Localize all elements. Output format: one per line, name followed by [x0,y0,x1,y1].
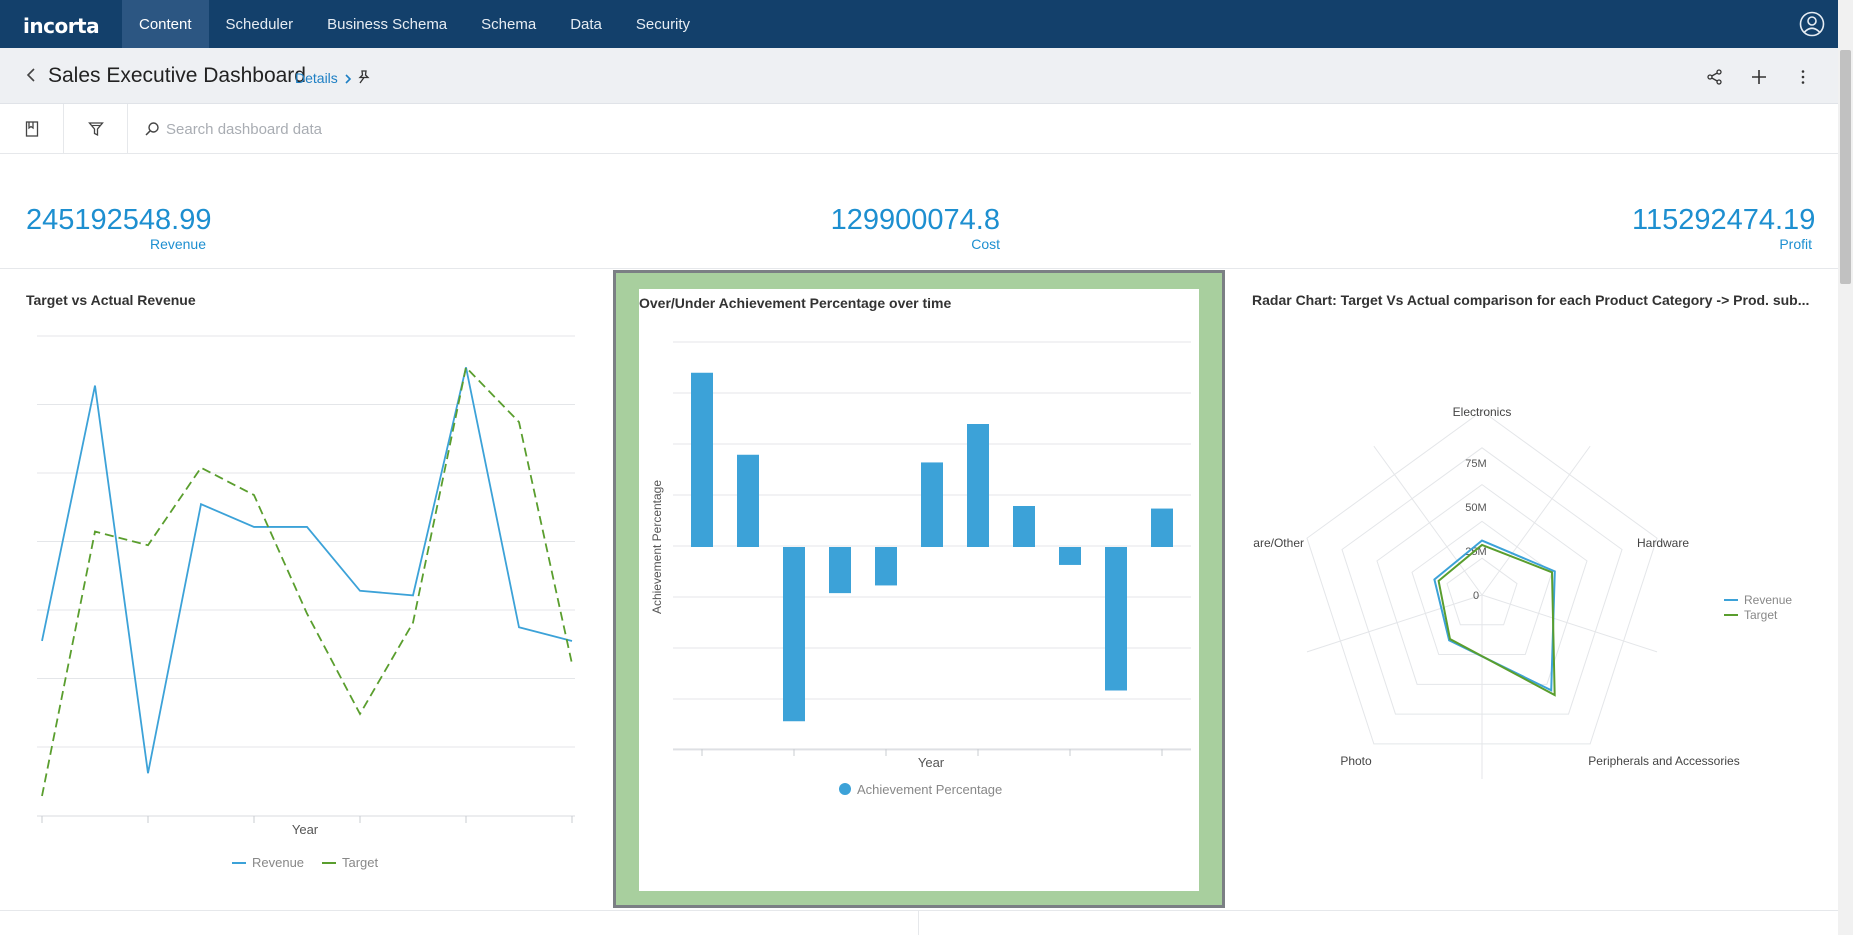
bar [829,547,851,594]
add-icon[interactable] [1750,68,1768,86]
radar-spoke [1481,445,1591,596]
panel-achievement: Over/Under Achievement Percentage over t… [639,289,1199,891]
x-axis-label: Year [292,822,319,837]
radar-axis-label: Peripherals and Accessories [1588,754,1739,768]
app-logo[interactable]: incorta [0,0,122,48]
kpi-cost[interactable]: 129900074.8 Cost [820,204,1000,252]
details-link[interactable]: Details [295,70,352,86]
bar [1151,508,1173,547]
nav-tab-business-schema[interactable]: Business Schema [310,0,464,48]
kpi-label: Profit [1779,236,1812,252]
radar-axis-label: Electronics [1453,405,1512,419]
user-circle-icon[interactable] [1799,11,1825,37]
dashboard-toolbar [0,104,1838,154]
legend-label: Revenue [252,855,304,870]
more-vertical-icon[interactable] [1794,68,1812,86]
details-label: Details [295,70,338,86]
kpi-revenue[interactable]: 245192548.99 Revenue [26,204,212,252]
panel-target-vs-actual[interactable]: Target vs Actual Revenue Year Revenue Targ… [0,270,612,908]
legend-label: Revenue [1744,593,1792,607]
radar-series-target [1437,543,1556,697]
kpi-label: Cost [971,236,1000,252]
panel-radar[interactable]: Radar Chart: Target Vs Actual comparison… [1226,270,1838,908]
bookmark-button[interactable] [0,104,64,154]
page-scrollbar[interactable] [1838,0,1853,935]
kpi-value: 129900074.8 [830,204,1000,236]
dashboard-header: Sales Executive Dashboard Details [0,48,1838,104]
top-nav-bar: incorta Content Scheduler Business Schema S… [0,0,1853,48]
kpi-row: 245192548.99 Revenue 129900074.8 Cost 11… [0,154,1838,269]
radial-tick-label: 0 [1473,590,1479,602]
legend-swatch [839,783,851,795]
bar [967,424,989,547]
bookmark-icon [25,121,38,137]
search-icon [145,122,159,136]
back-arrow-icon[interactable] [24,66,38,84]
radial-tick-label: 50M [1465,502,1486,514]
radar-axis-label: Hardware [1637,536,1689,550]
filter-button[interactable] [64,104,128,154]
kpi-value: 245192548.99 [26,204,212,236]
radar-spoke [1481,594,1658,653]
bar-chart: Year Achievement Percentage Achievement Pe… [650,341,1191,797]
search-bar [128,104,928,154]
nav-tabs: Content Scheduler Business Schema Schema Dat… [122,0,707,48]
radial-tick-label: 75M [1465,458,1486,470]
bar [875,547,897,586]
legend-label: Target [1744,608,1778,622]
bar [737,454,759,547]
bar [1013,506,1035,547]
radar-chart: 025M50M75MElectronicsHardwarePeripherals… [1253,405,1792,779]
nav-tab-data[interactable]: Data [553,0,619,48]
search-input[interactable] [166,118,766,140]
filter-icon [87,122,104,137]
nav-tab-schema[interactable]: Schema [464,0,553,48]
chevron-right-icon [345,74,351,84]
y-axis-label: Achievement Percentage [650,480,664,614]
legend-label: Target [342,855,379,870]
bar [783,547,805,722]
nav-tab-security[interactable]: Security [619,0,707,48]
radar-series-revenue [1433,539,1556,692]
bar [921,462,943,547]
series-line-revenue [41,367,573,774]
next-panels-row [0,910,1838,935]
pin-icon[interactable] [356,69,372,85]
bar [1059,547,1081,565]
radar-axis-label: Photo [1340,754,1372,768]
legend-label: Achievement Percentage [857,782,1002,797]
bar [691,372,713,547]
kpi-label: Revenue [149,236,206,252]
scroll-thumb[interactable] [1840,50,1851,284]
x-axis-label: Year [918,755,945,770]
page-title: Sales Executive Dashboard [48,64,306,87]
bar [1105,547,1127,691]
share-icon[interactable] [1706,68,1724,86]
panel-achievement-selected[interactable]: Over/Under Achievement Percentage over t… [613,270,1225,908]
line-chart: Year Revenue Target [37,335,575,870]
kpi-value: 115292474.19 [1632,204,1816,236]
kpi-profit[interactable]: 115292474.19 Profit [1632,204,1816,252]
nav-tab-content[interactable]: Content [122,0,209,48]
nav-tab-scheduler[interactable]: Scheduler [209,0,311,48]
radar-axis-label: are/Other [1253,536,1304,550]
